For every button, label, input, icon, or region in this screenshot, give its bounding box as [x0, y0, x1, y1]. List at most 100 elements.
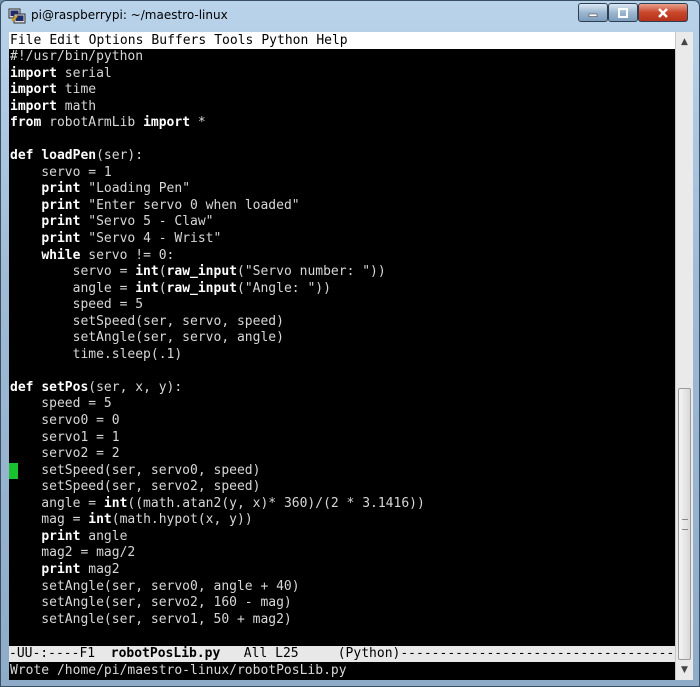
code-line: print "Servo 4 - Wrist"	[10, 231, 674, 248]
code-text: "Servo 5 - Claw"	[80, 214, 214, 230]
code-line: print angle	[10, 529, 674, 546]
code-text: setAngle(ser, servo0, angle + 40)	[10, 578, 300, 594]
code-line: while servo != 0:	[10, 248, 674, 265]
code-line: setSpeed(ser, servo2, speed)	[10, 479, 674, 496]
code-line: import math	[10, 99, 674, 116]
code-line: def setPos(ser, x, y):	[10, 380, 674, 397]
modeline-fill: ----------------------------------------…	[400, 646, 675, 661]
code-text: angle	[80, 528, 128, 544]
close-icon	[658, 7, 668, 18]
code-text: setSpeed(ser, servo0, speed)	[10, 462, 261, 478]
code-text: (ser):	[96, 148, 144, 164]
terminal-area[interactable]: File Edit Options Buffers Tools Python Help #!…	[9, 32, 683, 680]
title-bar[interactable]: pi@raspberrypi: ~/maestro-linux	[1, 1, 699, 31]
grip-icon	[682, 519, 688, 530]
modeline-mode: (Python)	[337, 646, 401, 661]
minimize-icon	[588, 13, 598, 17]
code-text: (ser, x, y):	[88, 379, 183, 395]
code-keyword: int	[103, 495, 128, 511]
code-line: angle = int(raw_input("Angle: "))	[10, 281, 674, 298]
scroll-up-icon[interactable]: ▲	[677, 34, 692, 50]
code-keyword: import	[10, 98, 57, 114]
code-keyword: print	[41, 214, 81, 230]
code-keyword: raw_input	[166, 280, 237, 296]
code-text: speed = 5	[10, 396, 112, 412]
code-buffer[interactable]: #!/usr/bin/python import serial import tim…	[10, 49, 674, 628]
menu-help[interactable]: Help	[316, 33, 347, 48]
code-text: angle =	[10, 495, 104, 511]
code-text: servo2 = 2	[10, 446, 120, 462]
code-line: speed = 5	[10, 297, 674, 314]
code-line: print "Servo 5 - Claw"	[10, 214, 674, 231]
menu-edit[interactable]: Edit	[49, 33, 80, 48]
code-keyword: int	[135, 264, 159, 280]
menu-tools[interactable]: Tools	[214, 33, 253, 48]
code-line: mag2 = mag/2	[10, 545, 674, 562]
code-keyword: import	[10, 65, 57, 81]
code-line: servo = int(raw_input("Servo number: "))	[10, 264, 674, 281]
code-line: print mag2	[10, 562, 674, 579]
code-text: speed = 5	[10, 297, 144, 313]
code-text: servo = 1	[10, 164, 112, 180]
scrollbar-thumb[interactable]	[678, 388, 691, 660]
menu-buffers[interactable]: Buffers	[151, 33, 206, 48]
scroll-down-icon[interactable]: ▼	[677, 662, 692, 678]
code-keyword: int	[88, 512, 112, 528]
code-text: (	[158, 264, 167, 280]
code-text: ((math.atan2(y, x)* 360)/(2 * 3.1416))	[127, 495, 425, 511]
code-text: (math.hypot(x, y))	[111, 512, 253, 528]
code-keyword: setPos	[41, 379, 89, 395]
code-text: *	[190, 115, 206, 131]
code-line: print "Loading Pen"	[10, 181, 674, 198]
code-text: angle =	[10, 280, 136, 296]
code-line: servo = 1	[10, 165, 674, 182]
code-line: setSpeed(ser, servo0, speed)	[10, 463, 674, 480]
code-text: ("Angle: "))	[237, 280, 331, 296]
code-keyword: raw_input	[166, 264, 237, 280]
code-text: time	[56, 82, 97, 98]
code-text: time.sleep(.1)	[10, 346, 183, 362]
minimize-button[interactable]	[578, 3, 608, 22]
terminal-window: pi@raspberrypi: ~/maestro-linux File Edit…	[0, 0, 700, 687]
menu-options[interactable]: Options	[89, 33, 144, 48]
code-line: setSpeed(ser, servo, speed)	[10, 314, 674, 331]
code-line: import serial	[10, 66, 674, 83]
code-text: robotArmLib	[41, 115, 144, 131]
maximize-button[interactable]	[608, 3, 638, 22]
code-keyword: print	[41, 231, 81, 247]
code-line: setAngle(ser, servo2, 160 - mag)	[10, 595, 674, 612]
code-text: setSpeed(ser, servo, speed)	[10, 313, 284, 329]
code-text: setAngle(ser, servo1, 50 + mag2)	[10, 611, 292, 627]
code-text: setAngle(ser, servo2, 160 - mag)	[10, 595, 292, 611]
code-line: time.sleep(.1)	[10, 347, 674, 364]
modeline-status: -UU-:----F1	[9, 646, 111, 661]
code-keyword: import	[10, 82, 57, 98]
code-keyword: print	[41, 197, 81, 213]
close-button[interactable]	[638, 3, 688, 22]
menu-file[interactable]: File	[10, 33, 41, 48]
code-text: math	[56, 98, 97, 114]
code-line: from robotArmLib import *	[10, 115, 674, 132]
vertical-scrollbar[interactable]: ▲ ▼	[675, 32, 693, 680]
modeline-position: All L25	[220, 646, 338, 661]
code-text: serial	[56, 65, 112, 81]
code-text: mag2 = mag/2	[10, 545, 136, 561]
code-line: speed = 5	[10, 396, 674, 413]
text-cursor	[9, 463, 18, 479]
code-text: "Enter servo 0 when loaded"	[80, 197, 300, 213]
code-text: setSpeed(ser, servo2, speed)	[10, 479, 261, 495]
code-line: mag = int(math.hypot(x, y))	[10, 512, 674, 529]
code-text: #!/usr/bin/python	[10, 49, 144, 64]
mode-line: -UU-:----F1 robotPosLib.py All L25 (Pyth…	[9, 646, 675, 662]
menu-python[interactable]: Python	[261, 33, 308, 48]
code-line: setAngle(ser, servo1, 50 + mag2)	[10, 612, 674, 629]
